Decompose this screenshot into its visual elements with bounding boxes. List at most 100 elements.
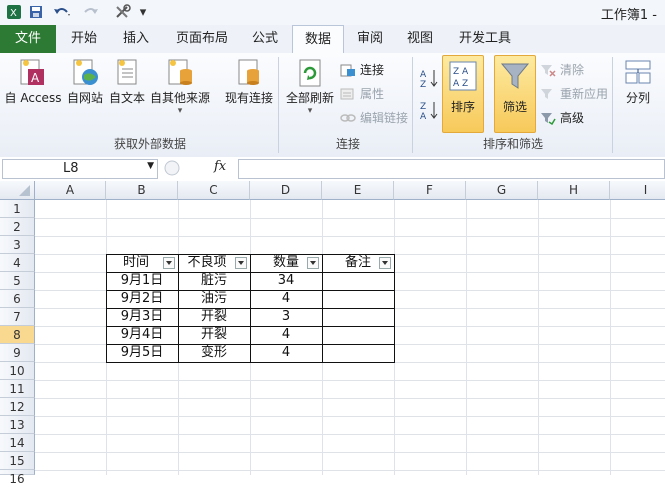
row-header-11[interactable]: 11 (0, 380, 35, 398)
table-cell[interactable] (322, 326, 394, 344)
filter-button[interactable]: 筛选 (494, 55, 536, 133)
sort-button[interactable]: Z A A Z 排序 (442, 55, 484, 133)
connections-button[interactable]: 连接 (340, 61, 384, 78)
table-cell[interactable]: 9月5日 (106, 344, 178, 362)
column-header-D[interactable]: D (250, 181, 322, 200)
table-cell[interactable]: 9月4日 (106, 326, 178, 344)
from-access-button[interactable]: A 自 Access (2, 57, 64, 106)
svg-text:A Z: A Z (453, 79, 468, 89)
column-header-C[interactable]: C (178, 181, 250, 200)
table-cell[interactable]: 9月1日 (106, 272, 178, 290)
row-header-13[interactable]: 13 (0, 416, 35, 434)
tab-view[interactable]: 视图 (398, 25, 442, 53)
insert-function-button[interactable]: fx (214, 159, 236, 177)
table-cell[interactable]: 9月2日 (106, 290, 178, 308)
clear-filter-button[interactable]: 清除 (540, 61, 584, 78)
properties-button[interactable]: 属性 (340, 85, 384, 102)
table-cell[interactable]: 脏污 (178, 272, 250, 290)
table-cell[interactable]: 开裂 (178, 308, 250, 326)
table-cell[interactable]: 9月3日 (106, 308, 178, 326)
existing-connections-button[interactable]: 现有连接 (222, 57, 276, 106)
chevron-down-icon[interactable]: ▼ (147, 161, 154, 171)
column-header-E[interactable]: E (322, 181, 394, 200)
row-header-6[interactable]: 6 (0, 290, 35, 308)
row-header-2[interactable]: 2 (0, 218, 35, 236)
tab-page-layout[interactable]: 页面布局 (166, 25, 238, 53)
row-header-15[interactable]: 15 (0, 452, 35, 470)
from-web-button[interactable]: 自网站 (64, 57, 106, 106)
svg-text:X: X (10, 8, 17, 19)
reapply-button[interactable]: 重新应用 (540, 85, 608, 102)
table-cell[interactable] (322, 290, 394, 308)
tab-home[interactable]: 开始 (60, 25, 108, 53)
tab-formulas[interactable]: 公式 (244, 25, 286, 53)
filter-dropdown-icon[interactable] (235, 257, 247, 269)
worksheet-grid[interactable]: A B C D E F G H I 1 2 3 4 5 6 7 8 9 10 1… (0, 181, 665, 486)
table-header-defect[interactable]: 不良项 (178, 254, 236, 272)
text-to-columns-button[interactable]: 分列 (618, 57, 658, 106)
formula-bar-resize-icon[interactable] (163, 159, 181, 177)
formula-bar: L8 ▼ fx (0, 157, 665, 182)
tab-developer[interactable]: 开发工具 (450, 25, 520, 53)
row-header-7[interactable]: 7 (0, 308, 35, 326)
table-cell[interactable]: 4 (250, 326, 322, 344)
row-header-3[interactable]: 3 (0, 236, 35, 254)
column-header-G[interactable]: G (466, 181, 538, 200)
connections-icon (340, 64, 355, 76)
name-box[interactable]: L8 ▼ (2, 159, 158, 179)
tab-data[interactable]: 数据 (292, 25, 344, 54)
row-header-8[interactable]: 8 (0, 326, 35, 344)
row-header-4[interactable]: 4 (0, 254, 35, 272)
sort-descending-button[interactable]: ZA (420, 99, 440, 124)
column-header-F[interactable]: F (394, 181, 466, 200)
filter-dropdown-icon[interactable] (307, 257, 319, 269)
table-cell[interactable]: 34 (250, 272, 322, 290)
undo-icon[interactable] (50, 3, 74, 21)
filter-dropdown-icon[interactable] (163, 257, 175, 269)
table-cell[interactable]: 4 (250, 290, 322, 308)
table-cell[interactable] (322, 344, 394, 362)
edit-links-label: 编辑链接 (360, 111, 409, 125)
row-header-16[interactable]: 16 (0, 470, 35, 486)
advanced-filter-button[interactable]: 高级 (540, 109, 584, 126)
customize-qat-button[interactable]: ▾ (138, 3, 148, 21)
table-cell[interactable]: 4 (250, 344, 322, 362)
table-header-time[interactable]: 时间 (106, 254, 166, 272)
gridline (35, 470, 665, 471)
row-header-14[interactable]: 14 (0, 434, 35, 452)
column-header-I[interactable]: I (610, 181, 665, 200)
tab-insert[interactable]: 插入 (112, 25, 160, 53)
row-header-12[interactable]: 12 (0, 398, 35, 416)
from-text-button[interactable]: 自文本 (106, 57, 148, 106)
from-other-sources-button[interactable]: 自其他来源 ▾ (148, 57, 212, 116)
row-header-10[interactable]: 10 (0, 362, 35, 380)
table-cell[interactable]: 开裂 (178, 326, 250, 344)
table-cell[interactable]: 变形 (178, 344, 250, 362)
column-header-H[interactable]: H (538, 181, 610, 200)
row-header-1[interactable]: 1 (0, 200, 35, 218)
formula-input[interactable] (238, 159, 665, 179)
redo-icon[interactable] (80, 3, 104, 21)
properties-icon (340, 88, 354, 99)
column-header-A[interactable]: A (35, 181, 106, 200)
gridline (35, 380, 665, 381)
column-header-B[interactable]: B (106, 181, 178, 200)
save-icon[interactable] (28, 3, 44, 21)
filter-dropdown-icon[interactable] (379, 257, 391, 269)
group-divider (612, 57, 613, 153)
tab-file[interactable]: 文件 (0, 25, 56, 53)
edit-links-button[interactable]: 编辑链接 (340, 109, 408, 126)
row-header-5[interactable]: 5 (0, 272, 35, 290)
clear-filter-icon (541, 64, 556, 77)
refresh-all-button[interactable]: 全部刷新 ▾ (284, 57, 336, 116)
select-all-button[interactable] (0, 181, 35, 200)
advanced-filter-icon (541, 112, 556, 125)
table-cell[interactable] (322, 272, 394, 290)
sort-ascending-button[interactable]: AZ (420, 67, 440, 92)
row-header-9[interactable]: 9 (0, 344, 35, 362)
tab-review[interactable]: 审阅 (348, 25, 392, 53)
table-cell[interactable]: 油污 (178, 290, 250, 308)
tools-icon[interactable] (112, 3, 134, 21)
table-cell[interactable]: 3 (250, 308, 322, 326)
table-cell[interactable] (322, 308, 394, 326)
